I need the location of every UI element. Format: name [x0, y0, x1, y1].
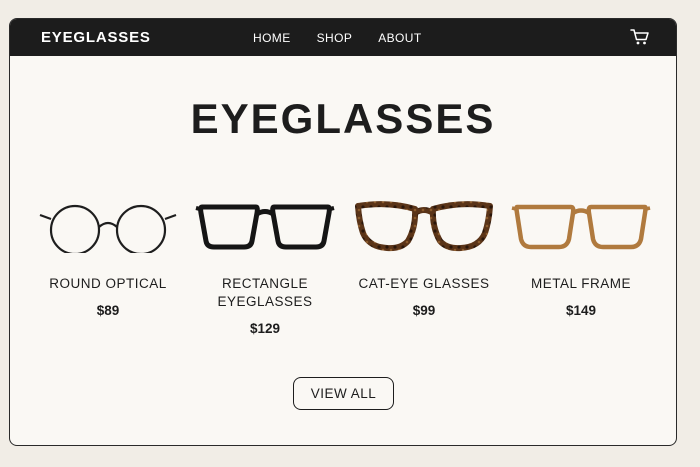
cat-eye-glasses-icon: [355, 201, 493, 252]
metal-frame-glasses-icon: [511, 204, 651, 250]
product-name: RECTANGLE EYEGLASSES: [217, 276, 313, 309]
product-card-metal-frame[interactable]: METAL FRAME $149: [501, 197, 661, 318]
nav-links: HOME SHOP ABOUT: [253, 31, 422, 45]
product-name: CAT-EYE GLASSES: [358, 276, 490, 291]
nav-home-link[interactable]: HOME: [253, 31, 291, 45]
product-name: ROUND OPTICAL: [49, 276, 167, 291]
product-card-rectangle-eyeglasses[interactable]: RECTANGLE EYEGLASSES $129: [185, 197, 345, 336]
product-card-cat-eye-glasses[interactable]: CAT-EYE GLASSES $99: [344, 197, 504, 318]
top-navbar: EYEGLASSES HOME SHOP ABOUT: [10, 19, 676, 56]
round-glasses-icon: [39, 204, 177, 253]
page-title: EYEGLASSES: [190, 95, 496, 142]
product-price: $89: [96, 303, 120, 318]
product-card-round-optical[interactable]: ROUND OPTICAL $89: [28, 197, 188, 318]
brand-logo[interactable]: EYEGLASSES: [41, 29, 151, 46]
nav-shop-link[interactable]: SHOP: [317, 31, 353, 45]
rectangle-glasses-icon: [195, 204, 335, 250]
storefront-window: EYEGLASSES HOME SHOP ABOUT EYEGLASSES RO…: [9, 18, 677, 446]
view-all-button[interactable]: VIEW ALL: [293, 377, 394, 410]
product-price: $149: [565, 303, 597, 318]
product-price: $129: [249, 321, 281, 336]
product-price: $99: [412, 303, 436, 318]
shopping-cart-icon[interactable]: [630, 28, 650, 46]
product-name: METAL FRAME: [530, 276, 631, 291]
nav-about-link[interactable]: ABOUT: [378, 31, 421, 45]
